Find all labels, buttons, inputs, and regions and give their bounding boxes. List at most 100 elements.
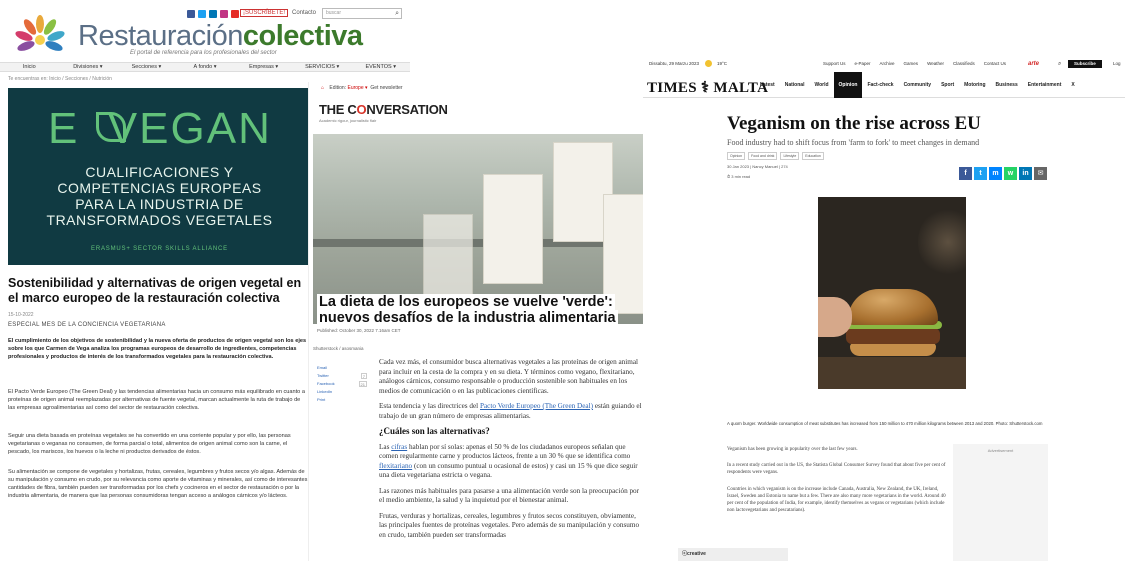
login-link[interactable]: Log [1113, 58, 1121, 70]
share-twitter[interactable]: Twitter 7 [317, 372, 367, 380]
body-paragraph-2: In a recent study carried out in the US,… [727, 463, 946, 475]
share-email[interactable]: Email [317, 364, 367, 372]
patty [846, 328, 940, 344]
nav-community[interactable]: Community [899, 72, 937, 98]
messenger-icon[interactable]: m [989, 167, 1002, 180]
link-archive[interactable]: Archive [880, 58, 895, 70]
nav-item-inicio[interactable]: Inicio [0, 63, 59, 71]
article-date: 15-10-2022 [8, 312, 34, 318]
link-classifieds[interactable]: Classifieds [953, 58, 975, 70]
arte-logo[interactable]: arte [1028, 58, 1039, 70]
nav-motoring[interactable]: Motoring [959, 72, 990, 98]
nav-latest[interactable]: Latest [755, 72, 780, 98]
logo-part-o: O [356, 102, 367, 117]
email-icon[interactable]: ✉ [1034, 167, 1047, 180]
timesmalta-panel: Dissabtu, 29 Marzu 2023 19°C Support Us … [643, 58, 1125, 561]
share-linkedin[interactable]: LinkedIn [317, 388, 367, 396]
times-malta-logo[interactable]: TIMES ⚕ MALTA [647, 78, 768, 97]
leaf-icon [96, 112, 126, 142]
tag-opinion[interactable]: Opinion [727, 152, 746, 160]
contact-link[interactable]: Contacto [292, 10, 316, 16]
read-time: ⏱ 3 min read [727, 174, 751, 179]
article-lead: El cumplimiento de los objetivos de sost… [8, 338, 307, 360]
nav-item-servicios[interactable]: SERVICIOS ▾ [293, 63, 352, 71]
article-subhead: Food industry had to shift focus from 'f… [727, 138, 980, 147]
site-logo[interactable]: Restauracióncolectiva [78, 20, 363, 53]
creative-footer-box: ⓒcreative [678, 548, 788, 561]
newsletter-link[interactable]: Get newsletter [370, 85, 402, 91]
tag-education[interactable]: Education [802, 152, 824, 160]
nav-business[interactable]: Business [991, 72, 1023, 98]
nav-world[interactable]: World [809, 72, 833, 98]
youtube-icon[interactable] [231, 10, 239, 18]
nav-item-eventos[interactable]: EVENTOS ▾ [351, 63, 410, 71]
instagram-icon[interactable] [220, 10, 228, 18]
logo-part-1: THE C [319, 102, 357, 117]
banner-line-2: COMPETENCIAS EUROPEAS [57, 180, 262, 196]
eovegan-logo: E VEGAN [48, 104, 272, 153]
edition-select[interactable]: Europe ▾ [348, 85, 368, 91]
wooden-board [818, 357, 966, 389]
share-print-label: Print [317, 397, 326, 402]
share-facebook[interactable]: Facebook 21 [317, 380, 367, 388]
body-paragraph-3: Countries in which veganism is on the in… [727, 487, 946, 513]
nav-item-divisiones[interactable]: Divisiones ▾ [59, 63, 118, 71]
nav-item-a-fondo[interactable]: A fondo ▾ [176, 63, 235, 71]
flower-logo-icon [15, 15, 65, 51]
whatsapp-icon[interactable]: w [1004, 167, 1017, 180]
hand [818, 297, 852, 337]
main-nav: TIMES ⚕ MALTA Latest National World Opin… [643, 72, 1125, 98]
subscribe-link[interactable]: ¡SUSCRÍBETE! [240, 9, 289, 17]
paragraph: Frutas, verduras y hortalizas, cereales,… [379, 511, 640, 539]
paragraph: Cada vez más, el consumidor busca altern… [379, 358, 639, 395]
tag-food-and-drink[interactable]: Food and drink [748, 152, 778, 160]
twitter-icon[interactable]: t [974, 167, 987, 180]
flexitariano-link[interactable]: flexitariano [379, 462, 412, 470]
nav-entertainment[interactable]: Entertainment [1023, 72, 1067, 98]
linkedin-icon[interactable]: in [1019, 167, 1032, 180]
twitter-icon[interactable] [198, 10, 206, 18]
tag-lifestyle[interactable]: Lifestyle [780, 152, 800, 160]
green-deal-link[interactable]: Pacto Verde Europeo (The Green Deal) [480, 402, 593, 410]
cifras-link[interactable]: cifras [391, 443, 407, 451]
article-headline: Veganism on the rise across EU [727, 113, 981, 134]
article-title: Sostenibilidad y alternativas de origen … [8, 276, 302, 305]
link-epaper[interactable]: e-Paper [855, 58, 871, 70]
breadcrumb[interactable]: Te encuentras en: Inicio / Secciones / N… [8, 76, 112, 82]
utility-bar: Dissabtu, 29 Marzu 2023 19°C Support Us … [643, 58, 1125, 70]
main-nav: Inicio Divisiones ▾ Secciones ▾ A fondo … [0, 62, 410, 72]
search-icon[interactable]: ⌕ [1058, 58, 1061, 70]
bun-top [848, 289, 938, 325]
link-contact-us[interactable]: Contact Us [984, 58, 1006, 70]
home-icon[interactable]: ⌂ [321, 85, 324, 91]
logo-text: Restauración [78, 20, 243, 52]
text: Las [379, 442, 392, 451]
conversation-logo[interactable]: THE CONVERSATION [319, 102, 448, 117]
share-buttons: f t m w in ✉ [959, 167, 1047, 180]
search-input[interactable]: buscar ⌕ [322, 8, 402, 19]
article-paragraph-2: Seguir una dieta basada en proteínas veg… [8, 433, 291, 455]
nav-more[interactable]: X [1066, 72, 1079, 98]
link-support-us[interactable]: Support Us [823, 58, 846, 70]
nav-fact-check[interactable]: Fact-check [862, 72, 898, 98]
text: Esta tendencia y las directrices del [379, 402, 480, 410]
facebook-icon[interactable] [187, 10, 195, 18]
share-print[interactable]: Print [317, 396, 367, 404]
nav-opinion[interactable]: Opinion [833, 72, 863, 98]
banner-footer: ERASMUS+ SECTOR SKILLS ALLIANCE [91, 246, 228, 252]
body-paragraph-1: Veganism has been growing in popularity … [727, 447, 858, 452]
nav-national[interactable]: National [780, 72, 810, 98]
subscribe-button[interactable]: Subscribe [1068, 60, 1102, 68]
nav-sport[interactable]: Sport [936, 72, 959, 98]
search-icon[interactable]: ⌕ [395, 9, 399, 18]
headline-line-2: nuevos desafíos de la industria alimenta… [317, 310, 618, 326]
nav-item-secciones[interactable]: Secciones ▾ [117, 63, 176, 71]
link-weather[interactable]: Weather [927, 58, 944, 70]
link-games[interactable]: Games [904, 58, 919, 70]
photo-caption: A quorn burger. Worldwide consumption of… [727, 421, 1043, 426]
linkedin-icon[interactable] [209, 10, 217, 18]
share-facebook-label: Facebook [317, 381, 335, 386]
nav-item-empresas[interactable]: Empresas ▾ [234, 63, 293, 71]
facebook-icon[interactable]: f [959, 167, 972, 180]
article-headline: La dieta de los europeos se vuelve 'verd… [317, 294, 646, 326]
